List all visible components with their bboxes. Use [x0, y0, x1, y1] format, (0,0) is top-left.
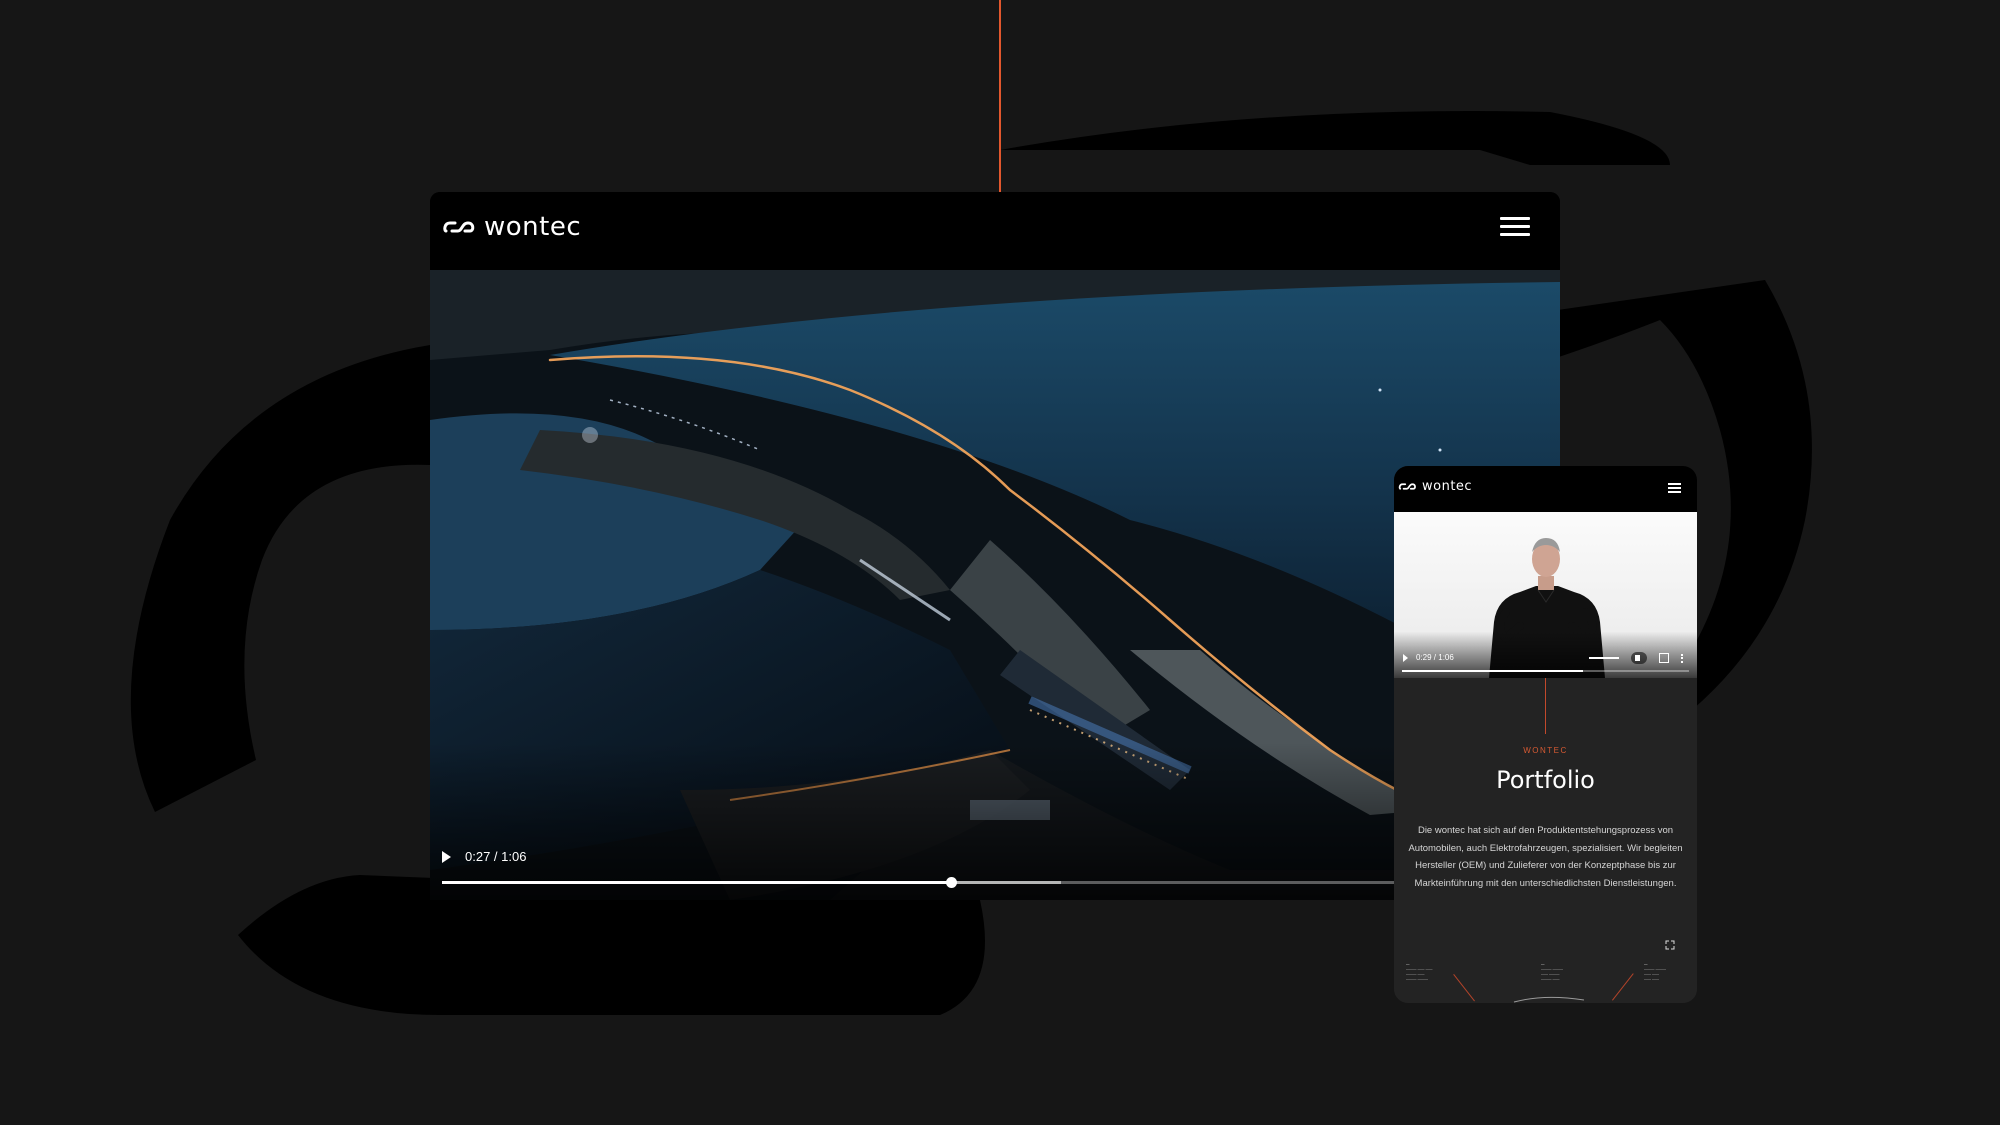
desktop-mockup: wontec 0:27 / 1:06 — [430, 192, 1560, 900]
mute-icon[interactable] — [1631, 652, 1647, 664]
mobile-brand-name: wontec — [1422, 479, 1473, 494]
fullscreen-icon[interactable] — [1659, 653, 1669, 663]
mobile-video-player[interactable]: 0:29 / 1:06 — [1394, 512, 1697, 678]
desktop-video-player[interactable]: 0:27 / 1:06 — [430, 270, 1560, 900]
desktop-video-progress-bar[interactable] — [442, 877, 1548, 888]
dam-aerial-video-frame — [430, 270, 1560, 900]
volume-slider[interactable] — [1589, 657, 1619, 659]
mobile-video-time: 0:29 / 1:06 — [1416, 653, 1454, 662]
mobile-portfolio-section: WONTEC Portfolio Die wontec hat sich auf… — [1394, 678, 1697, 1003]
desktop-logo[interactable]: wontec — [442, 212, 581, 242]
wontec-logo-icon — [1398, 483, 1416, 490]
mobile-logo[interactable]: wontec — [1398, 479, 1472, 494]
diagram-arc — [1513, 996, 1585, 1003]
wontec-logo-icon — [443, 221, 475, 233]
mobile-menu-icon[interactable] — [1668, 481, 1681, 493]
expand-icon[interactable] — [1665, 940, 1675, 950]
desktop-brand-name: wontec — [484, 212, 582, 242]
mobile-video-controls: 0:29 / 1:06 — [1403, 653, 1454, 662]
desktop-menu-icon[interactable] — [1500, 212, 1530, 242]
mobile-video-progress-fill — [1402, 670, 1583, 672]
desktop-video-time: 0:27 / 1:06 — [465, 849, 527, 864]
accent-divider — [1545, 678, 1546, 734]
section-text: Die wontec hat sich auf den Produktentst… — [1408, 825, 1683, 889]
desktop-header: wontec — [430, 192, 1560, 270]
play-icon[interactable] — [442, 850, 451, 863]
section-eyebrow: WONTEC — [1523, 746, 1568, 755]
mobile-video-progress-bar[interactable] — [1402, 670, 1689, 672]
accent-divider-top — [999, 0, 1001, 192]
desktop-video-scrubber[interactable] — [945, 877, 957, 888]
more-icon[interactable] — [1681, 653, 1685, 663]
section-title: Portfolio — [1496, 766, 1595, 794]
desktop-video-progress-fill — [442, 881, 951, 884]
play-icon[interactable] — [1403, 653, 1408, 662]
mobile-video-right-controls — [1589, 652, 1685, 664]
mobile-header: wontec — [1394, 466, 1697, 512]
desktop-video-controls: 0:27 / 1:06 — [442, 849, 526, 864]
mobile-mockup: wontec 0:29 / 1:06 WONTEC Portfolio Die … — [1394, 466, 1697, 1003]
